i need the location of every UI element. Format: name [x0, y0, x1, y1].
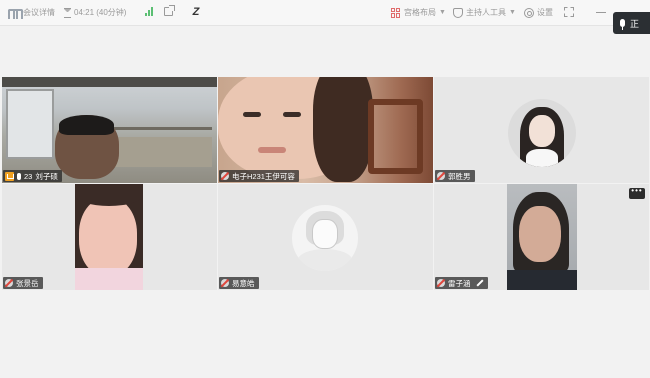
settings-label: 设置: [537, 8, 553, 17]
microphone-muted-icon: [221, 172, 229, 180]
more-options-button[interactable]: •••: [629, 187, 645, 199]
z-logo-icon: Z: [192, 6, 200, 18]
timer-label: 04:21 (40分钟): [74, 8, 127, 17]
microphone-muted-icon: [437, 279, 445, 287]
host-tools-button[interactable]: 主持人工具 ▼: [453, 7, 516, 18]
pencil-icon: [475, 279, 484, 287]
network-signal[interactable]: [145, 7, 155, 16]
participant-video: [2, 77, 217, 183]
speaking-label: 正: [630, 18, 640, 29]
participant-avatar: [508, 99, 576, 167]
minimize-icon: [596, 7, 606, 17]
microphone-icon: [17, 172, 21, 180]
participant-video: [507, 184, 577, 290]
layout-label: 宫格布局: [404, 8, 436, 17]
microphone-muted-icon: [5, 279, 13, 287]
meeting-icon: [8, 8, 23, 19]
participant-name: 刘子硕: [35, 171, 58, 181]
video-tile-1[interactable]: 23 刘子硕: [2, 77, 217, 183]
participant-count: 23: [24, 171, 33, 181]
participant-name-tag: 张景岳: [3, 277, 43, 289]
participant-name: 易意皓: [232, 278, 255, 288]
video-tile-4[interactable]: 张景岳: [2, 184, 217, 290]
participant-video: [218, 77, 433, 183]
shield-icon: [453, 7, 463, 18]
chevron-down-icon: ▼: [439, 9, 446, 16]
minimize-button[interactable]: [596, 7, 606, 17]
participant-name: 电子H231王伊可容: [232, 171, 295, 181]
status-icon: [5, 171, 14, 181]
video-tile-5[interactable]: 易意皓: [218, 184, 433, 290]
hourglass-icon: [64, 7, 71, 18]
fullscreen-icon: [564, 7, 574, 17]
participant-name-tag: 雷子涵: [435, 277, 488, 289]
video-tile-2[interactable]: 电子H231王伊可容: [218, 77, 433, 183]
meeting-details-label: 会议详情: [23, 8, 55, 17]
microphone-muted-icon: [221, 279, 229, 287]
grid-layout-icon: [391, 7, 401, 18]
signal-icon: [145, 7, 155, 16]
participant-video: [75, 184, 143, 290]
video-tile-3[interactable]: 郭胜男: [434, 77, 649, 183]
participant-name-tag: 23 刘子硕: [3, 170, 62, 182]
microphone-muted-icon: [437, 172, 445, 180]
settings-button[interactable]: 设置: [524, 7, 553, 18]
participant-name: 郭胜男: [448, 171, 471, 181]
participant-avatar: [292, 205, 358, 271]
participant-name: 张景岳: [16, 278, 39, 288]
meeting-timer: 04:21 (40分钟): [64, 7, 126, 18]
gear-icon: [524, 7, 534, 18]
chevron-down-icon: ▼: [509, 9, 516, 16]
microphone-icon: [620, 19, 625, 30]
share-button[interactable]: [164, 5, 175, 16]
fullscreen-button[interactable]: [564, 7, 574, 17]
host-tools-label: 主持人工具: [466, 8, 506, 17]
meeting-details-button[interactable]: 会议详情: [8, 7, 55, 19]
speaking-indicator: 正: [613, 12, 650, 34]
participant-name: 雷子涵: [448, 278, 471, 288]
layout-button[interactable]: 宫格布局 ▼: [391, 7, 446, 18]
participant-name-tag: 易意皓: [219, 277, 259, 289]
share-icon: [164, 5, 175, 16]
participant-name-tag: 郭胜男: [435, 170, 475, 182]
video-tile-6[interactable]: ••• 雷子涵: [434, 184, 649, 290]
app-logo: Z: [190, 6, 202, 18]
top-toolbar: 会议详情 04:21 (40分钟) Z 宫格布局 ▼ 主持人工具 ▼ 设置: [0, 0, 650, 26]
participant-name-tag: 电子H231王伊可容: [219, 170, 299, 182]
